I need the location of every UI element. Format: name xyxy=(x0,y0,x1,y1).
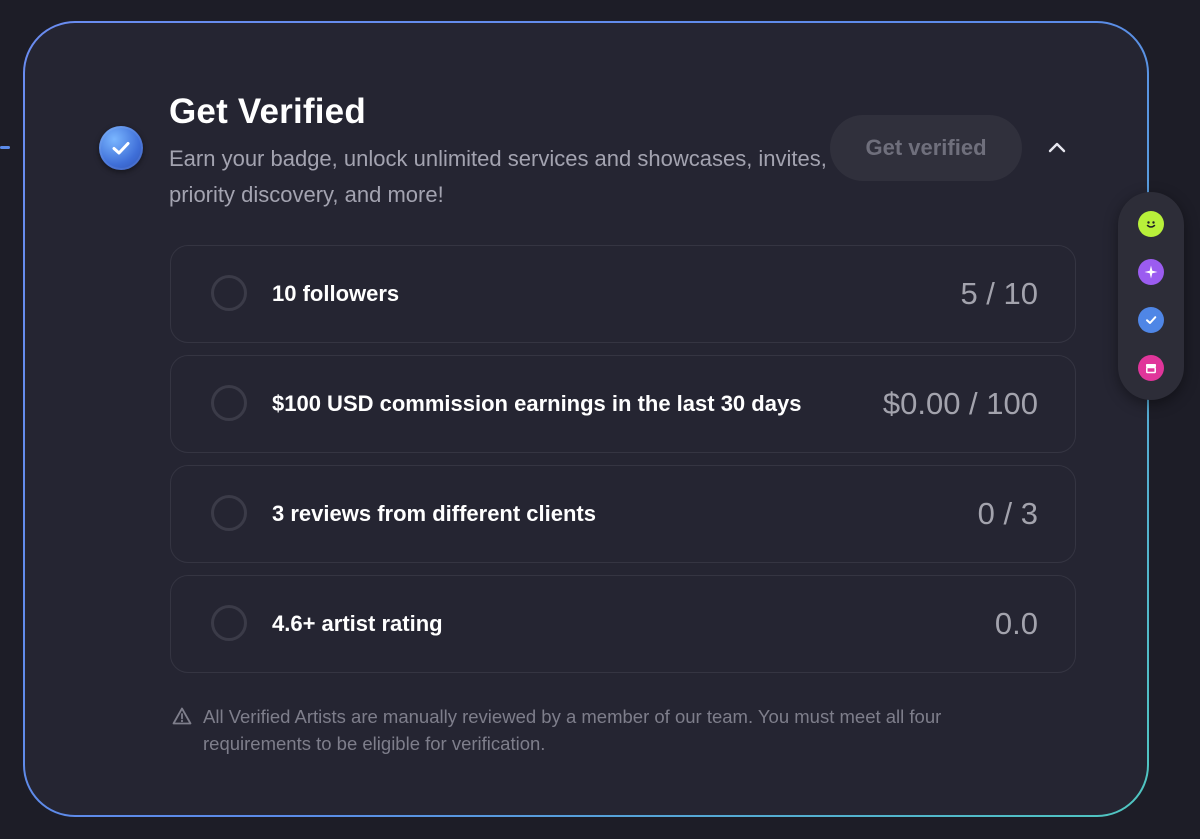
requirement-row: $100 USD commission earnings in the last… xyxy=(170,355,1076,453)
requirement-status-circle xyxy=(211,605,247,641)
requirement-label: 10 followers xyxy=(272,281,400,306)
sparkle-icon xyxy=(1144,265,1158,279)
requirement-label: 4.6+ artist rating xyxy=(272,611,443,636)
requirement-progress: 0.0 xyxy=(994,606,1038,641)
shop-icon xyxy=(1146,364,1156,374)
requirement-progress: $0.00 / 100 xyxy=(882,386,1038,421)
chevron-up-icon xyxy=(1048,142,1066,153)
check-badge-icon xyxy=(1146,316,1157,324)
disclaimer: All Verified Artists are manually review… xyxy=(172,703,1052,757)
rail-item-smile[interactable] xyxy=(1138,211,1164,237)
requirement-status-circle xyxy=(211,275,247,311)
get-verified-button[interactable]: Get verified xyxy=(830,115,1022,181)
warning-icon xyxy=(172,707,192,725)
page: Get Verified Earn your badge, unlock unl… xyxy=(0,0,1200,839)
requirement-progress: 5 / 10 xyxy=(960,276,1038,311)
requirement-row: 4.6+ artist rating 0.0 xyxy=(170,575,1076,673)
left-accent-line xyxy=(0,146,10,149)
verification-card: Get Verified Earn your badge, unlock unl… xyxy=(25,23,1147,815)
card-subtitle: Earn your badge, unlock unlimited servic… xyxy=(169,146,827,207)
requirement-label: $100 USD commission earnings in the last… xyxy=(272,391,802,416)
requirement-status-circle xyxy=(211,495,247,531)
rail-item-shop[interactable] xyxy=(1138,355,1164,381)
smile-icon xyxy=(1146,221,1156,228)
requirement-row: 3 reviews from different clients 0 / 3 xyxy=(170,465,1076,563)
verification-card-border: Get Verified Earn your badge, unlock unl… xyxy=(23,21,1149,817)
card-title: Get Verified xyxy=(169,92,366,131)
side-rail xyxy=(1118,192,1184,400)
rail-item-sparkle[interactable] xyxy=(1138,259,1164,285)
check-icon xyxy=(112,142,130,155)
disclaimer-text: All Verified Artists are manually review… xyxy=(203,706,942,754)
collapse-button[interactable] xyxy=(1042,133,1072,163)
requirement-status-circle xyxy=(211,385,247,421)
requirement-label: 3 reviews from different clients xyxy=(272,501,596,526)
requirement-progress: 0 / 3 xyxy=(977,496,1038,531)
rail-item-verified[interactable] xyxy=(1138,307,1164,333)
requirement-row: 10 followers 5 / 10 xyxy=(170,245,1076,343)
verified-badge-icon xyxy=(99,126,143,170)
requirements-list: 10 followers 5 / 10 $100 USD commission … xyxy=(170,245,1076,685)
